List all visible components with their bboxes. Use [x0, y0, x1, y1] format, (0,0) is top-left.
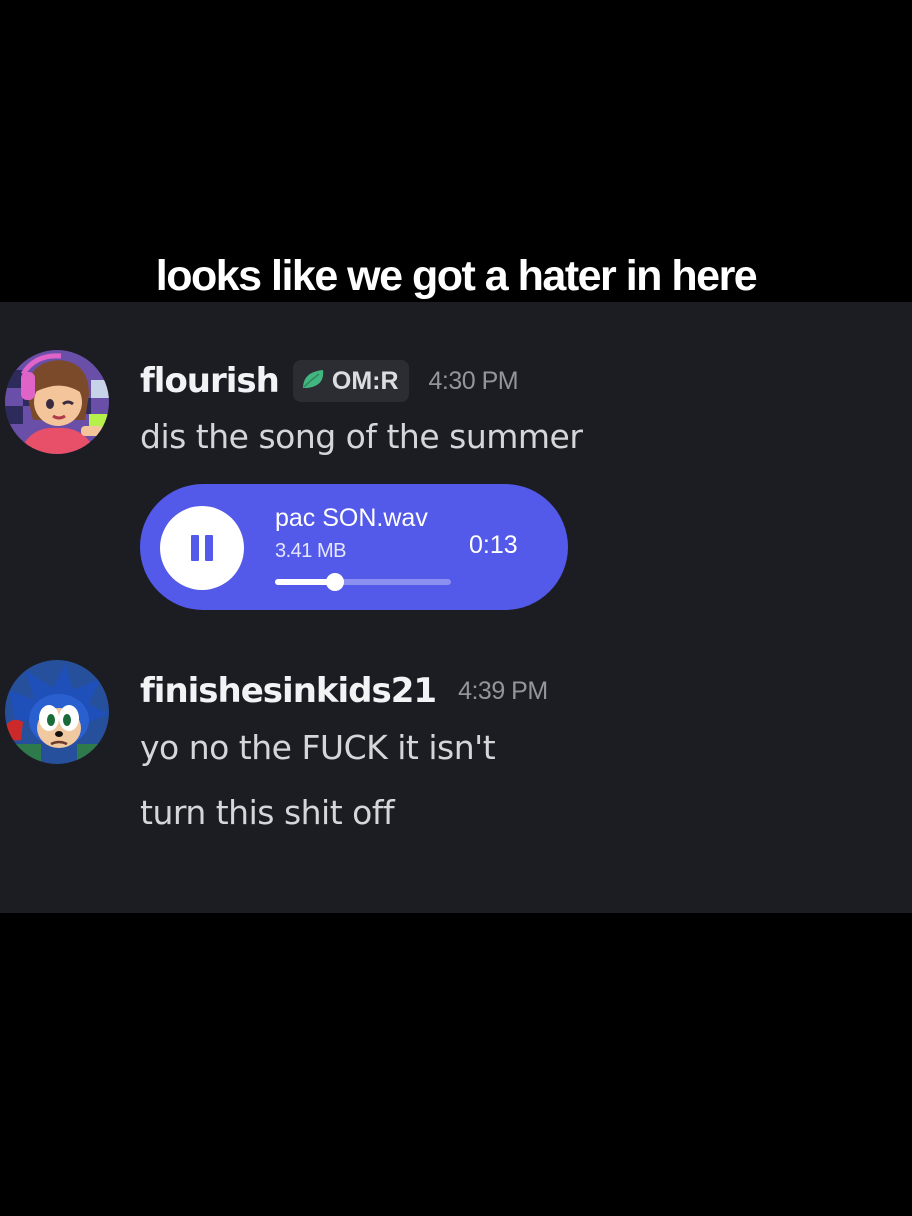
username-finishesinkids21[interactable]: finishesinkids21: [140, 671, 437, 711]
message-text: yo no the FUCK it isn't: [140, 728, 496, 767]
username-flourish[interactable]: flourish: [140, 361, 280, 401]
timestamp: 4:30 PM: [428, 366, 519, 395]
audio-scrubber-handle[interactable]: [325, 573, 344, 591]
audio-duration: 0:13: [469, 531, 518, 559]
message-text: turn this shit off: [140, 793, 395, 832]
message-header-flourish: flourish OM:R 4:30 PM: [140, 358, 519, 404]
audio-file-size: 3.41 MB: [275, 540, 346, 562]
audio-file-name: pac SON.wav: [275, 504, 428, 532]
timestamp: 4:39 PM: [458, 676, 548, 705]
chat-panel: flourish OM:R 4:30 PM dis the song of th…: [0, 302, 912, 913]
audio-progress-bar[interactable]: [275, 573, 451, 591]
message-header-finishesinkids21: finishesinkids21 4:39 PM: [140, 668, 548, 714]
user-avatar-flourish[interactable]: [5, 350, 109, 454]
pause-icon: [191, 535, 199, 561]
server-tag-label: OM:R: [331, 366, 399, 395]
message-text: dis the song of the summer: [140, 417, 583, 456]
voice-message-player: pac SON.wav 3.41 MB 0:13: [140, 484, 568, 610]
video-caption: looks like we got a hater in here: [155, 252, 758, 300]
leaf-icon: [301, 368, 327, 394]
pause-button[interactable]: [160, 506, 244, 590]
user-avatar-finishesinkids21[interactable]: [5, 660, 109, 764]
server-tag[interactable]: OM:R: [292, 360, 409, 402]
